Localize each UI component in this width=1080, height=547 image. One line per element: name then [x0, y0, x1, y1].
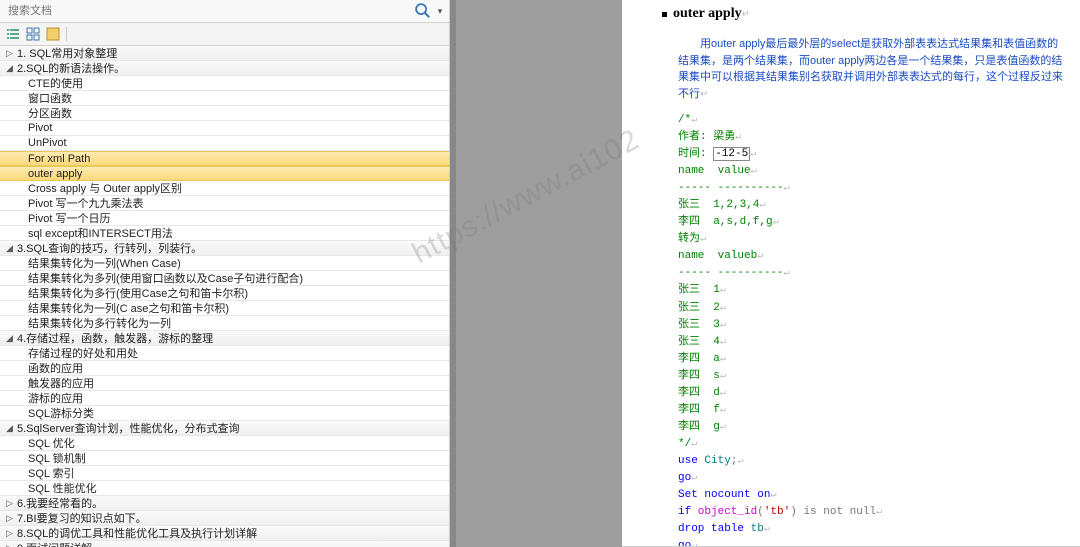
- tree-label: SQL游标分类: [28, 405, 94, 421]
- para-mark: ↵: [742, 9, 750, 20]
- tree-label: 8.SQL的调优工具和性能优化工具及执行计划详解: [17, 525, 257, 541]
- tree-label: UnPivot: [28, 137, 67, 149]
- tree-section[interactable]: ▷7.BI要复习的知识点如下。: [0, 511, 449, 526]
- tree-section[interactable]: ◢4.存储过程，函数，触发器，游标的整理: [0, 331, 449, 346]
- tree-label: Pivot 写一个日历: [28, 210, 111, 226]
- tree-item[interactable]: SQL 索引: [0, 466, 449, 481]
- tree-label: Pivot 写一个九九乘法表: [28, 195, 144, 211]
- tree-item[interactable]: UnPivot: [0, 136, 449, 151]
- view-detail-icon[interactable]: [44, 26, 62, 42]
- toolbar-separator: [66, 27, 67, 41]
- tree-label: 分区函数: [28, 105, 72, 121]
- tree-label: 7.BI要复习的知识点如下。: [17, 510, 147, 526]
- tree-label: SQL 优化: [28, 435, 75, 451]
- navigator-panel: ▾ ▷1. SQL常用对象整理◢2.SQL的新语法操作。CTE的使用窗口函数分区…: [0, 0, 450, 547]
- tree-item[interactable]: SQL游标分类: [0, 406, 449, 421]
- document-view: outer apply ↵ 用outer apply最后最外层的select是获…: [622, 0, 1080, 547]
- tree-item[interactable]: For xml Path: [0, 151, 449, 166]
- tree-label: 2.SQL的新语法操作。: [17, 60, 125, 76]
- doc-description: 用outer apply最后最外层的select是获取外部表表达式结果集和表值函…: [662, 36, 1064, 102]
- tree-section[interactable]: ◢5.SqlServer查询计划，性能优化，分布式查询: [0, 421, 449, 436]
- code-block: /*↵ 作者: 梁勇↵ 时间: -12-5↵ name value↵ -----…: [662, 112, 1064, 547]
- tree-label: 结果集转化为一列(When Case): [28, 255, 181, 271]
- expander-icon[interactable]: ◢: [4, 333, 15, 344]
- tree-item[interactable]: 结果集转化为一列(C ase之句和笛卡尔积): [0, 301, 449, 316]
- tree-label: For xml Path: [28, 153, 90, 165]
- tree-label: Pivot: [28, 122, 52, 134]
- tree-label: 5.SqlServer查询计划，性能优化，分布式查询: [17, 420, 239, 436]
- tree-item[interactable]: 结果集转化为多行(使用Case之句和笛卡尔积): [0, 286, 449, 301]
- expander-icon[interactable]: ▷: [4, 543, 15, 547]
- tree-item[interactable]: Pivot: [0, 121, 449, 136]
- expander-icon[interactable]: ◢: [4, 63, 15, 74]
- tree-label: 3.SQL查询的技巧，行转列，列装行。: [17, 240, 202, 256]
- tree-item[interactable]: 游标的应用: [0, 391, 449, 406]
- search-bar: ▾: [0, 0, 449, 23]
- tree-section[interactable]: ◢3.SQL查询的技巧，行转列，列装行。: [0, 241, 449, 256]
- search-options-dropdown[interactable]: ▾: [433, 2, 447, 20]
- search-input[interactable]: [2, 2, 413, 20]
- doc-title: outer apply: [673, 6, 742, 22]
- tree-label: 结果集转化为多行(使用Case之句和笛卡尔积): [28, 285, 248, 301]
- tree-label: SQL 索引: [28, 465, 75, 481]
- tree-item[interactable]: Cross apply 与 Outer apply区别: [0, 181, 449, 196]
- tree-item[interactable]: Pivot 写一个九九乘法表: [0, 196, 449, 211]
- tree-label: 结果集转化为多列(使用窗口函数以及Case子句进行配合): [28, 270, 303, 286]
- tree-label: 游标的应用: [28, 390, 83, 406]
- tree-item[interactable]: 结果集转化为一列(When Case): [0, 256, 449, 271]
- panel-splitter[interactable]: [450, 0, 622, 547]
- tree-item[interactable]: 分区函数: [0, 106, 449, 121]
- tree-label: 6.我要经常看的。: [17, 495, 103, 511]
- bullet-icon: [662, 12, 667, 17]
- tree-item[interactable]: 存储过程的好处和用处: [0, 346, 449, 361]
- tree-label: 函数的应用: [28, 360, 83, 376]
- tree-section[interactable]: ▷1. SQL常用对象整理: [0, 46, 449, 61]
- tree-label: 结果集转化为多行转化为一列: [28, 315, 171, 331]
- tree-label: 9.面试问题详解: [17, 540, 92, 547]
- tree-label: 触发器的应用: [28, 375, 94, 391]
- tree-label: SQL 锁机制: [28, 450, 86, 466]
- tree-section[interactable]: ▷8.SQL的调优工具和性能优化工具及执行计划详解: [0, 526, 449, 541]
- search-icon[interactable]: [413, 2, 433, 20]
- view-grid-icon[interactable]: [24, 26, 42, 42]
- expander-icon[interactable]: ▷: [4, 48, 15, 59]
- tree-item[interactable]: 触发器的应用: [0, 376, 449, 391]
- expander-icon[interactable]: ▷: [4, 528, 15, 539]
- tree-label: CTE的使用: [28, 75, 83, 91]
- tree-label: SQL 性能优化: [28, 480, 97, 496]
- tree-label: Cross apply 与 Outer apply区别: [28, 180, 182, 196]
- tree-item[interactable]: SQL 优化: [0, 436, 449, 451]
- tree-item[interactable]: SQL 锁机制: [0, 451, 449, 466]
- tree-item[interactable]: CTE的使用: [0, 76, 449, 91]
- tree-item[interactable]: Pivot 写一个日历: [0, 211, 449, 226]
- tree-section[interactable]: ◢2.SQL的新语法操作。: [0, 61, 449, 76]
- doc-heading: outer apply ↵: [662, 6, 1064, 22]
- tree-item[interactable]: 结果集转化为多行转化为一列: [0, 316, 449, 331]
- expander-icon[interactable]: ◢: [4, 243, 15, 254]
- tree-item[interactable]: SQL 性能优化: [0, 481, 449, 496]
- tree-label: 1. SQL常用对象整理: [17, 46, 117, 61]
- tree-label: 结果集转化为一列(C ase之句和笛卡尔积): [28, 300, 229, 316]
- tree-label: 存储过程的好处和用处: [28, 345, 138, 361]
- tree-label: 窗口函数: [28, 90, 72, 106]
- tree-label: sql except和INTERSECT用法: [28, 225, 173, 241]
- view-list-icon[interactable]: [4, 26, 22, 42]
- tree-item[interactable]: 窗口函数: [0, 91, 449, 106]
- tree-item[interactable]: outer apply: [0, 166, 449, 181]
- tree-label: outer apply: [28, 168, 82, 180]
- expander-icon[interactable]: ▷: [4, 498, 15, 509]
- tree-item[interactable]: 函数的应用: [0, 361, 449, 376]
- expander-icon[interactable]: ◢: [4, 423, 15, 434]
- tree-section[interactable]: ▷9.面试问题详解: [0, 541, 449, 547]
- tree-label: 4.存储过程，函数，触发器，游标的整理: [17, 330, 213, 346]
- view-toolbar: [0, 23, 449, 46]
- tree-item[interactable]: 结果集转化为多列(使用窗口函数以及Case子句进行配合): [0, 271, 449, 286]
- document-tree[interactable]: ▷1. SQL常用对象整理◢2.SQL的新语法操作。CTE的使用窗口函数分区函数…: [0, 46, 449, 547]
- tree-section[interactable]: ▷6.我要经常看的。: [0, 496, 449, 511]
- expander-icon[interactable]: ▷: [4, 513, 15, 524]
- tree-item[interactable]: sql except和INTERSECT用法: [0, 226, 449, 241]
